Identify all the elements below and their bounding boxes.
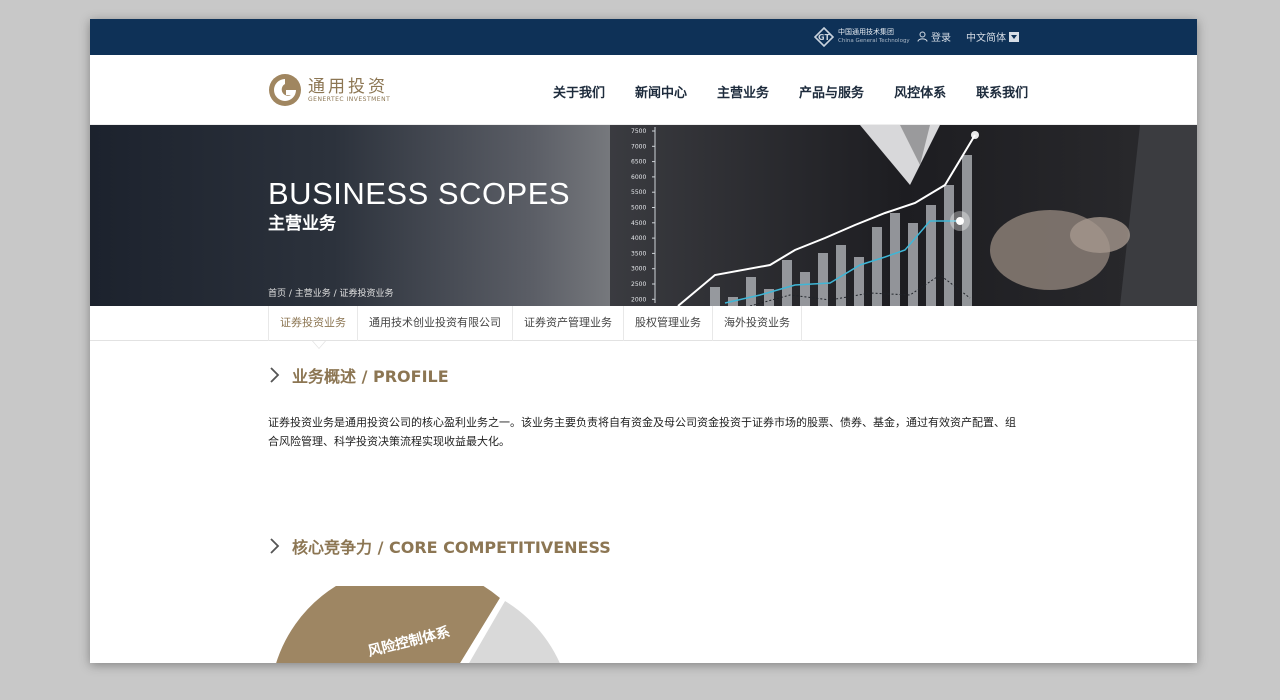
nav-contact[interactable]: 联系我们 xyxy=(976,82,1028,101)
profile-text: 证券投资业务是通用投资公司的核心盈利业务之一。该业务主要负责将自有资金及母公司资… xyxy=(268,416,1016,448)
chart-tick-label: 5500 xyxy=(631,189,646,196)
core-competitiveness-pie: 风险控制体系 xyxy=(276,586,560,663)
core-title: 核心竞争力 / CORE COMPETITIVENESS xyxy=(292,538,611,557)
header: 通用投资 GENERTEC INVESTMENT 关于我们 新闻中心 主营业务 … xyxy=(90,55,1197,125)
site-logo[interactable]: 通用投资 GENERTEC INVESTMENT xyxy=(268,73,390,107)
chart-tick-label: 7000 xyxy=(631,143,646,150)
banner: 7500 7000 6500 6000 5500 5000 4500 4000 3500 3000… xyxy=(90,125,1197,306)
logo-cn: 通用投资 xyxy=(308,76,388,97)
nav-risk[interactable]: 风控体系 xyxy=(894,82,946,101)
group-logo-cn: 中国通用技术集团 xyxy=(838,28,894,36)
group-logo-icon: GT xyxy=(814,27,834,47)
login-link[interactable]: 登录 xyxy=(917,29,951,44)
chart-tick-label: 2000 xyxy=(631,296,646,303)
page: GT 中国通用技术集团 China General Technology 登录 … xyxy=(90,19,1197,663)
logo-mark-icon xyxy=(269,74,301,106)
group-logo[interactable]: GT 中国通用技术集团 China General Technology xyxy=(814,27,910,47)
chart-tick-label: 6500 xyxy=(631,159,646,166)
chart-tick-label: 4500 xyxy=(631,220,646,227)
subnav-equity-management[interactable]: 股权管理业务 xyxy=(624,306,713,341)
chart-tick-label: 2500 xyxy=(631,281,646,288)
chevron-right-icon xyxy=(270,538,280,554)
breadcrumb: 首页 / 主营业务 / 证券投资业务 xyxy=(268,289,394,299)
banner-title-en: BUSINESS SCOPES xyxy=(268,176,571,211)
subnav-asset-management[interactable]: 证券资产管理业务 xyxy=(513,306,624,341)
chart-tick-label: 6000 xyxy=(631,174,646,181)
core-heading: 核心竞争力 / CORE COMPETITIVENESS xyxy=(268,534,611,558)
logo-en: GENERTEC INVESTMENT xyxy=(308,95,391,103)
chart-tick-label: 7500 xyxy=(631,128,646,135)
nav-news[interactable]: 新闻中心 xyxy=(635,82,687,101)
sub-nav: 证券投资业务 通用技术创业投资有限公司 证券资产管理业务 股权管理业务 海外投资… xyxy=(90,306,1197,349)
chevron-right-icon xyxy=(270,367,280,383)
profile-title: 业务概述 / PROFILE xyxy=(292,367,449,386)
group-logo-en: China General Technology xyxy=(838,38,910,44)
chart-tick-label: 3000 xyxy=(631,266,646,273)
chart-tick-label: 4000 xyxy=(631,235,646,242)
nav-products[interactable]: 产品与服务 xyxy=(799,82,864,101)
profile-heading: 业务概述 / PROFILE xyxy=(268,363,449,387)
top-bar: GT 中国通用技术集团 China General Technology 登录 … xyxy=(90,19,1197,55)
svg-text:GT: GT xyxy=(818,33,830,42)
login-label: 登录 xyxy=(931,33,951,44)
banner-growth-chart: 7500 7000 6500 6000 5500 5000 4500 4000 3500 3000… xyxy=(631,127,979,306)
nav-business[interactable]: 主营业务 xyxy=(717,82,769,101)
nav-about[interactable]: 关于我们 xyxy=(553,82,605,101)
language-label: 中文简体 xyxy=(966,33,1006,44)
subnav-securities-investment[interactable]: 证券投资业务 xyxy=(268,306,358,349)
chart-tick-label: 5000 xyxy=(631,205,646,212)
banner-title-cn: 主营业务 xyxy=(268,214,336,234)
language-selector[interactable]: 中文简体 xyxy=(966,29,1019,44)
user-icon xyxy=(917,31,928,42)
dropdown-arrow-icon xyxy=(1009,31,1019,42)
subnav-overseas-investment[interactable]: 海外投资业务 xyxy=(713,306,802,341)
main-nav: 关于我们 新闻中心 主营业务 产品与服务 风控体系 联系我们 xyxy=(553,82,1028,101)
chart-tick-label: 3500 xyxy=(631,250,646,257)
subnav-venture-capital[interactable]: 通用技术创业投资有限公司 xyxy=(358,306,513,341)
